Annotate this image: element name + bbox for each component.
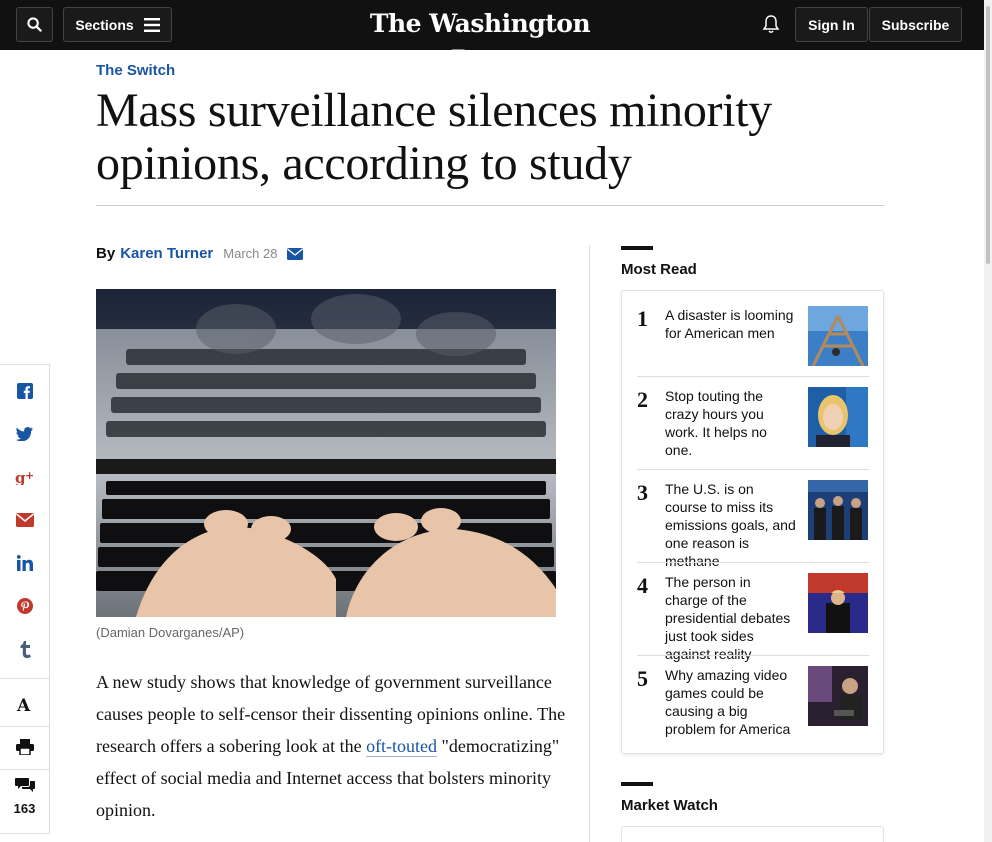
debate-stage-photo	[808, 573, 868, 633]
google-plus-icon: g +	[15, 469, 34, 485]
byline-prefix: By	[96, 245, 116, 262]
most-read-item[interactable]: 4 The person in charge of the presidenti…	[637, 573, 869, 662]
tumblr-icon	[20, 640, 31, 658]
rail-divider	[0, 678, 49, 679]
comment-count[interactable]: 163	[0, 801, 49, 816]
list-divider	[637, 376, 869, 377]
most-read-rank: 3	[637, 480, 648, 505]
byline: By Karen Turner March 28	[96, 245, 304, 262]
market-watch-accent-bar	[621, 782, 653, 786]
most-read-thumbnail[interactable]	[808, 387, 868, 447]
most-read-rank: 5	[637, 666, 648, 691]
comments-icon	[14, 778, 35, 792]
linkedin-icon	[16, 555, 33, 571]
most-read-rank: 4	[637, 573, 648, 598]
share-pinterest-button[interactable]	[0, 586, 49, 626]
list-divider	[637, 562, 869, 563]
masthead-logo[interactable]: The Washington Post	[340, 6, 620, 78]
print-button[interactable]	[0, 727, 49, 767]
article-headline: Mass surveillance silences minority opin…	[96, 84, 773, 190]
twitter-icon	[16, 427, 33, 441]
most-read-rank: 1	[637, 306, 648, 331]
printer-icon	[15, 739, 34, 755]
most-read-rank: 2	[637, 387, 648, 412]
most-read-list: 1 A disaster is looming for American men…	[621, 290, 884, 754]
hamburger-menu-icon	[143, 17, 160, 32]
article-paragraph: A new study shows that knowledge of gove…	[96, 666, 566, 826]
comments-button[interactable]	[0, 770, 49, 800]
share-twitter-button[interactable]	[0, 414, 49, 454]
most-read-headline[interactable]: Why amazing video games could be causing…	[665, 666, 797, 738]
column-divider	[589, 245, 590, 842]
top-navigation-bar: Sections The Washington Post Sign In Sub…	[0, 0, 984, 74]
section-kicker[interactable]: The Switch	[96, 62, 175, 79]
laptop-keyboard-image	[96, 289, 556, 617]
text-size-button[interactable]: A	[0, 684, 49, 724]
executive-portrait-photo	[808, 387, 868, 447]
author-link[interactable]: Karen Turner	[120, 245, 213, 262]
photo-caption: (Damian Dovarganes/AP)	[96, 625, 245, 640]
share-email-button[interactable]	[0, 500, 49, 540]
facebook-icon	[16, 383, 33, 399]
pinterest-icon	[16, 598, 33, 614]
most-read-item[interactable]: 2 Stop touting the crazy hours you work.…	[637, 387, 869, 459]
most-read-thumbnail[interactable]	[808, 666, 868, 726]
list-divider	[637, 469, 869, 470]
header-divider	[96, 205, 884, 206]
most-read-thumbnail[interactable]	[808, 573, 868, 633]
sections-button[interactable]: Sections	[63, 7, 172, 42]
oft-touted-link[interactable]: oft-touted	[366, 736, 438, 757]
most-read-thumbnail[interactable]	[808, 306, 868, 366]
search-button[interactable]	[16, 7, 53, 42]
sections-label: Sections	[75, 16, 134, 33]
construction-photo	[808, 306, 868, 366]
publish-date: March 28	[223, 246, 278, 261]
search-icon	[27, 17, 42, 32]
share-google-plus-button[interactable]: g +	[0, 457, 49, 497]
most-read-headline[interactable]: A disaster is looming for American men	[665, 306, 797, 342]
lead-photo-laptop-typing[interactable]	[96, 289, 556, 617]
most-read-headline[interactable]: The U.S. is on course to miss its emissi…	[665, 480, 797, 570]
most-read-accent-bar	[621, 246, 653, 250]
most-read-title: Most Read	[621, 261, 697, 278]
svg-text:+: +	[25, 469, 34, 482]
font-size-icon: A	[16, 696, 31, 712]
email-icon	[15, 513, 34, 527]
share-linkedin-button[interactable]	[0, 543, 49, 583]
most-read-item[interactable]: 1 A disaster is looming for American men	[637, 306, 869, 366]
share-facebook-button[interactable]	[0, 371, 49, 411]
share-tumblr-button[interactable]	[0, 629, 49, 669]
email-author-icon[interactable]	[287, 247, 304, 260]
market-watch-panel	[621, 826, 884, 842]
list-divider	[637, 655, 869, 656]
market-watch-title: Market Watch	[621, 797, 718, 814]
most-read-item[interactable]: 3 The U.S. is on course to miss its emis…	[637, 480, 869, 569]
most-read-thumbnail[interactable]	[808, 480, 868, 540]
scrollbar-thumb[interactable]	[986, 6, 990, 264]
svg-text:A: A	[16, 696, 31, 712]
video-gamer-photo	[808, 666, 868, 726]
share-rail: g + A 163	[0, 364, 50, 834]
subscribe-button[interactable]: Subscribe	[869, 7, 962, 42]
sign-in-button[interactable]: Sign In	[795, 7, 868, 42]
notification-bell-icon[interactable]	[762, 14, 780, 34]
most-read-headline[interactable]: Stop touting the crazy hours you work. I…	[665, 387, 797, 459]
summit-leaders-photo	[808, 480, 868, 540]
most-read-headline[interactable]: The person in charge of the presidential…	[665, 573, 797, 663]
most-read-item[interactable]: 5 Why amazing video games could be causi…	[637, 666, 869, 738]
